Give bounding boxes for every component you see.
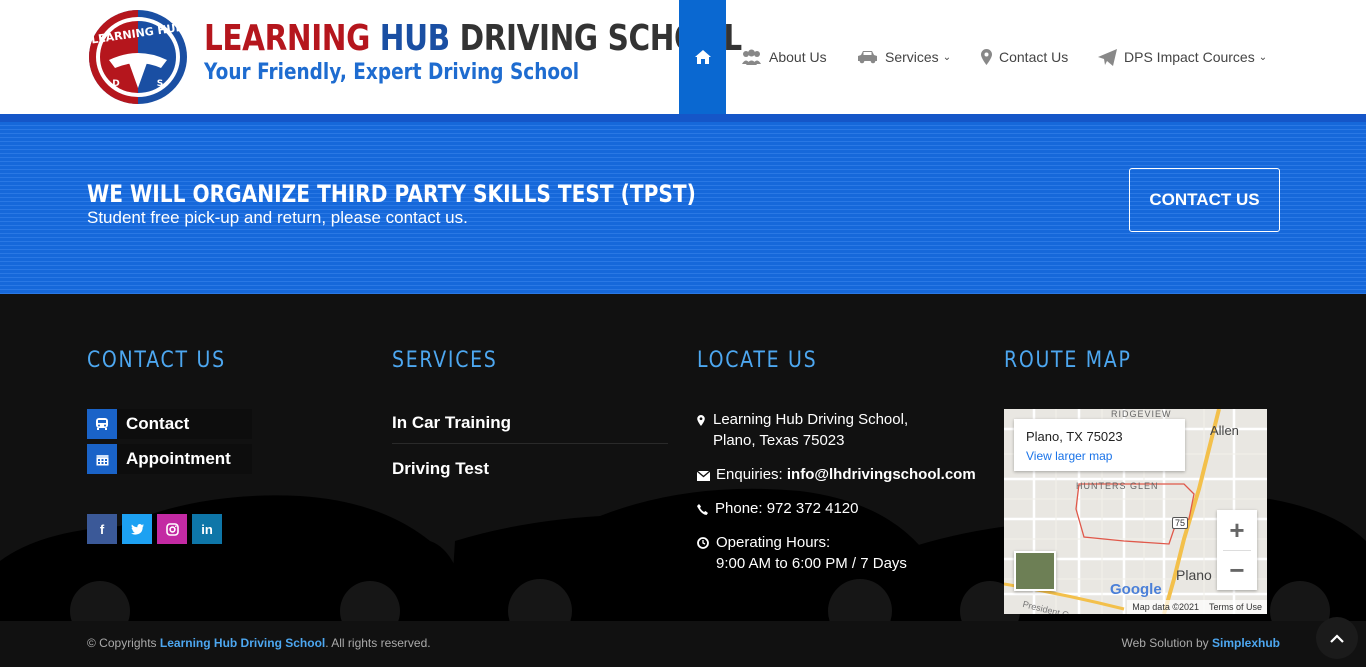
view-larger-map-link[interactable]: View larger map — [1026, 449, 1112, 463]
map-label-ridgeview: RIDGEVIEW — [1111, 409, 1172, 419]
site-footer: CONTACT US Contact Appointment f in SERV… — [0, 294, 1366, 621]
map-label-allen: Allen — [1210, 423, 1239, 438]
users-icon — [741, 49, 762, 65]
nav-home[interactable] — [679, 0, 726, 114]
credit-prefix: Web Solution by — [1121, 636, 1209, 650]
copyright-suffix: . All rights reserved. — [325, 636, 431, 650]
highway-shield-icon: 75 — [1172, 517, 1189, 529]
web-credit: Web Solution by Simplexhub — [1121, 636, 1280, 650]
bottom-bar: © Copyrights Learning Hub Driving School… — [0, 621, 1366, 667]
contact-link-label: Contact — [126, 414, 190, 433]
map-data-text: Map data ©2021 — [1132, 602, 1199, 612]
google-logo-icon: Google — [1110, 581, 1162, 598]
linkedin-icon[interactable]: in — [192, 514, 222, 544]
brand-word-learning: LEARNING — [204, 18, 370, 59]
hours-label: Operating Hours: — [716, 534, 831, 551]
terms-of-use-link[interactable]: Terms of Use — [1209, 602, 1262, 612]
enquiries-label: Enquiries: — [716, 466, 783, 483]
nav-label: Services — [885, 49, 939, 65]
satellite-toggle[interactable] — [1014, 551, 1056, 591]
address-line1: Learning Hub Driving School, — [713, 411, 909, 428]
map-marker-icon — [697, 409, 713, 451]
site-header: LEARNING HUB D S LEARNING HUB DRIVING SC… — [0, 0, 1366, 114]
clock-icon — [697, 532, 716, 574]
logo-letter-s: S — [157, 79, 163, 89]
tpst-banner: WE WILL ORGANIZE THIRD PARTY SKILLS TEST… — [0, 114, 1366, 294]
service-driving-test[interactable]: Driving Test — [392, 459, 489, 479]
car-icon — [857, 50, 878, 64]
envelope-icon — [696, 464, 716, 487]
chevron-up-icon — [1330, 633, 1344, 643]
hours-text: 9:00 AM to 6:00 PM / 7 Days — [716, 555, 907, 572]
credit-link[interactable]: Simplexhub — [1212, 636, 1280, 650]
service-in-car-training[interactable]: In Car Training — [392, 413, 511, 433]
brand-tagline: Your Friendly, Expert Driving School — [204, 60, 580, 85]
map-zoom-controls: + − — [1217, 510, 1257, 590]
logo-letter-d: D — [112, 79, 119, 89]
footer-locate-heading: LOCATE US — [697, 348, 818, 373]
map-title: Plano, TX 75023 — [1026, 429, 1123, 444]
map-info-card: Plano, TX 75023 View larger map — [1014, 419, 1185, 471]
map-attribution: Map data ©2021 Terms of Use — [1127, 600, 1267, 614]
zoom-out-button[interactable]: − — [1217, 550, 1257, 590]
phone-text[interactable]: Phone: 972 372 4120 — [715, 498, 858, 521]
copyright-link[interactable]: Learning Hub Driving School — [160, 636, 325, 650]
footer-services-heading: SERVICES — [392, 348, 498, 373]
operating-hours: Operating Hours: 9:00 AM to 6:00 PM / 7 … — [697, 532, 907, 574]
nav-contact-us[interactable]: Contact Us — [981, 44, 1068, 70]
instagram-icon[interactable] — [157, 514, 187, 544]
brand-title[interactable]: LEARNING HUB DRIVING SCHOOL — [204, 18, 742, 59]
scroll-to-top-button[interactable] — [1316, 617, 1358, 659]
email-link[interactable]: info@lhdrivingschool.com — [787, 464, 976, 487]
map-label-hunters-glen: HUNTERS GLEN — [1076, 481, 1159, 491]
contact-link[interactable]: Contact — [87, 409, 252, 439]
divider — [392, 443, 668, 444]
footer-contact-heading: CONTACT US — [87, 348, 226, 373]
contact-us-button[interactable]: CONTACT US — [1129, 168, 1280, 232]
chevron-down-icon: ⌄ — [942, 51, 952, 63]
banner-title: WE WILL ORGANIZE THIRD PARTY SKILLS TEST… — [87, 180, 696, 208]
chevron-down-icon: ⌄ — [1258, 51, 1268, 63]
twitter-icon[interactable] — [122, 514, 152, 544]
nav-about-us[interactable]: About Us — [741, 44, 827, 70]
calendar-icon — [87, 444, 117, 474]
banner-subtitle: Student free pick-up and return, please … — [87, 208, 468, 227]
paper-plane-icon — [1098, 48, 1117, 66]
address: Learning Hub Driving School, Plano, Texa… — [697, 409, 908, 451]
address-line2: Plano, Texas 75023 — [713, 432, 845, 449]
divider — [1223, 550, 1251, 551]
nav-label: About Us — [769, 49, 827, 65]
nav-dps-impact-cources[interactable]: DPS Impact Cources ⌄ — [1098, 44, 1267, 70]
logo-badge[interactable]: LEARNING HUB D S — [87, 8, 189, 106]
route-map[interactable]: RIDGEVIEW Allen HUNTERS GLEN Plano 75 Pr… — [1004, 409, 1267, 614]
nav-label: DPS Impact Cources — [1124, 49, 1255, 65]
appointment-link-label: Appointment — [126, 449, 231, 468]
brand-word-hub: HUB — [379, 18, 450, 59]
copyright-prefix: © Copyrights — [87, 636, 157, 650]
home-icon — [694, 50, 711, 64]
facebook-icon[interactable]: f — [87, 514, 117, 544]
nav-services[interactable]: Services ⌄ — [857, 44, 951, 70]
map-label-plano: Plano — [1176, 567, 1212, 583]
footer-route-heading: ROUTE MAP — [1004, 348, 1132, 373]
map-marker-icon — [981, 49, 992, 65]
enquiries: Enquiries: info@lhdrivingschool.com — [696, 464, 976, 487]
phone-icon — [697, 498, 715, 521]
zoom-in-button[interactable]: + — [1217, 510, 1257, 550]
appointment-link[interactable]: Appointment — [87, 444, 252, 474]
copyright: © Copyrights Learning Hub Driving School… — [87, 636, 431, 650]
nav-label: Contact Us — [999, 49, 1069, 65]
phone: Phone: 972 372 4120 — [697, 498, 858, 521]
bus-icon — [87, 409, 117, 439]
